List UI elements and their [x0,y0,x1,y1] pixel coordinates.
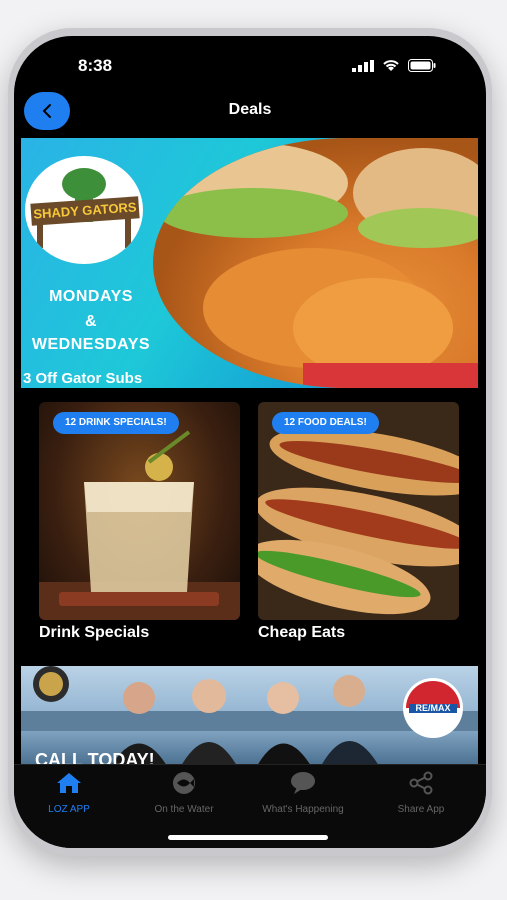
phone-screen: 8:38 Deals SHADY GATORS MONDAYS & WEDNES… [14,36,486,848]
banner-offer: 3 Off Gator Subs [23,370,143,387]
remax-brand: RE/MAX [415,703,451,713]
share-icon [409,771,433,795]
tab-whats-happening[interactable]: What's Happening [248,771,358,815]
drink-specials-badge: 12 DRINK SPECIALS! [53,412,179,434]
promo-banner[interactable]: SHADY GATORS MONDAYS & WEDNESDAYS 3 Off … [21,138,478,388]
fish-icon [173,772,195,794]
cocktail-photo [39,430,240,620]
signal-icon [352,60,374,72]
chat-bubble-icon [291,772,315,794]
banner-line-2: & [84,313,98,330]
wifi-icon [383,60,399,71]
nav-bar: Deals [14,90,486,132]
tab-label-whats-happening: What's Happening [262,804,344,815]
remax-ad-banner[interactable]: RE/MAX CALL TODAY! [21,666,478,766]
cheap-eats-badge: 12 FOOD DEALS! [272,412,379,434]
drink-specials-label[interactable]: Drink Specials [39,624,149,642]
home-indicator [168,835,328,840]
banner-line-3: WEDNESDAYS [31,336,151,353]
battery-icon [408,59,436,72]
shady-gators-logo: SHADY GATORS [25,156,143,264]
tab-label-on-the-water: On the Water [154,804,214,815]
page-title: Deals [228,101,272,118]
cheap-eats-label[interactable]: Cheap Eats [258,624,345,642]
drink-specials-card[interactable]: 12 DRINK SPECIALS! [39,402,240,620]
status-time: 8:38 [78,56,113,75]
cheap-eats-card[interactable]: 12 FOOD DEALS! [258,402,459,620]
status-bar: 8:38 [14,36,486,94]
sandwich-photo [153,138,478,388]
tab-label-loz-app: LOZ APP [48,804,90,815]
tab-bar: LOZ APP On the Water What's Happening Sh… [14,764,486,848]
home-icon [57,773,81,793]
tab-share-app[interactable]: Share App [366,771,476,815]
tab-on-the-water[interactable]: On the Water [129,771,239,815]
status-icons [352,59,436,72]
banner-line-1: MONDAYS [49,288,133,305]
tab-label-share-app: Share App [397,804,445,815]
hotdog-photo [258,402,459,620]
tab-loz-app[interactable]: LOZ APP [14,771,124,815]
